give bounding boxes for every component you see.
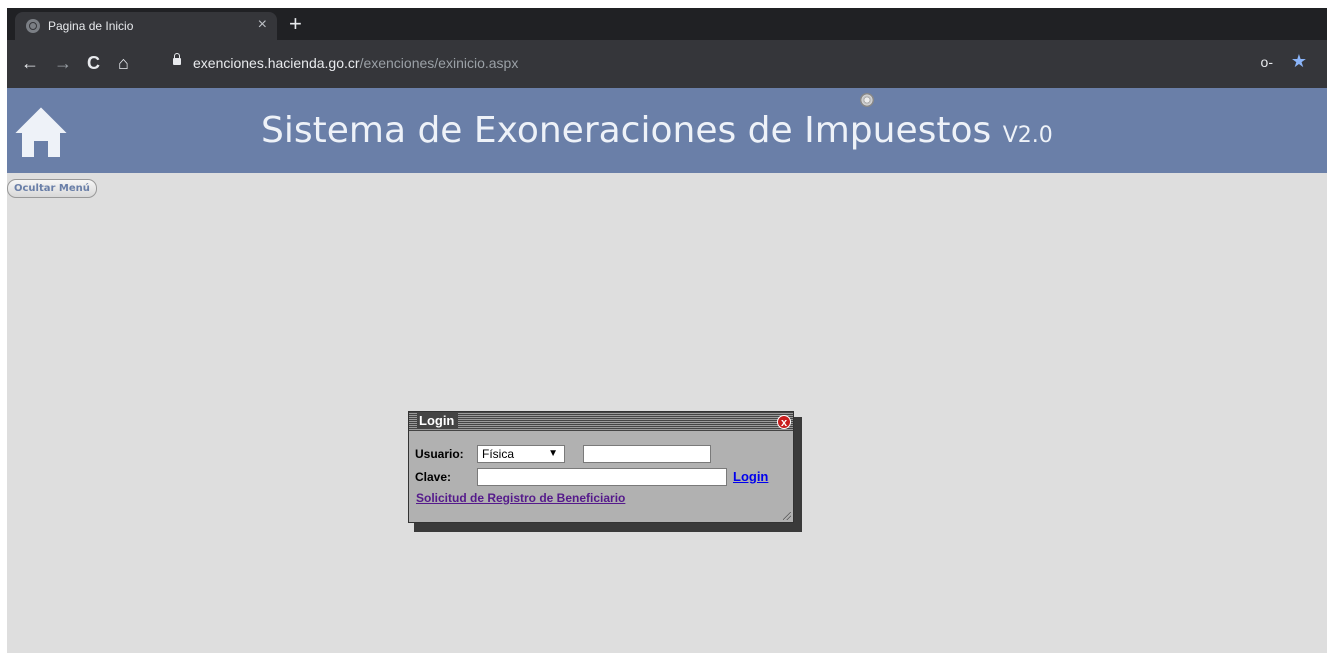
page-title: Sistema de Exoneraciones de Impuestos V2… — [261, 110, 1053, 151]
user-type-value: Física — [482, 447, 515, 461]
home-button-icon[interactable] — [9, 100, 73, 164]
globe-icon — [26, 19, 40, 33]
back-icon[interactable]: ← — [21, 52, 39, 74]
login-dialog-title: Login — [417, 413, 459, 429]
tab-close-icon[interactable]: × — [258, 16, 267, 34]
close-icon[interactable]: x — [777, 415, 791, 429]
user-id-input[interactable] — [583, 445, 711, 463]
register-beneficiary-link[interactable]: Solicitud de Registro de Beneficiario — [416, 491, 625, 505]
version-label: V2.0 — [1002, 123, 1053, 148]
login-dialog-titlebar[interactable]: Login x — [409, 412, 793, 431]
key-icon[interactable]: o- — [1261, 54, 1273, 70]
url-host: exenciones.hacienda.go.cr — [193, 55, 360, 71]
reload-icon[interactable]: C — [87, 52, 100, 74]
lock-icon — [173, 53, 181, 65]
home-icon[interactable]: ⌂ — [118, 52, 129, 74]
login-dialog: Login x Usuario: Física ▼ Clave: Login S… — [408, 411, 794, 523]
new-tab-button[interactable]: + — [289, 11, 302, 37]
password-input[interactable] — [477, 468, 727, 486]
browser-toolbar: ← → C ⌂ exenciones.hacienda.go.cr/exenci… — [7, 40, 1327, 88]
url-text: exenciones.hacienda.go.cr/exenciones/exi… — [193, 55, 518, 71]
user-label: Usuario: — [415, 447, 464, 461]
browser-tab[interactable]: Pagina de Inicio × — [15, 12, 277, 40]
address-bar[interactable]: exenciones.hacienda.go.cr/exenciones/exi… — [157, 48, 1317, 80]
url-path: /exenciones/exinicio.aspx — [359, 55, 519, 71]
chevron-down-icon: ▼ — [548, 448, 558, 459]
page-title-text: Sistema de Exoneraciones de Impuestos — [261, 110, 992, 151]
login-button[interactable]: Login — [733, 469, 768, 484]
forward-icon[interactable]: → — [54, 52, 72, 74]
password-label: Clave: — [415, 470, 452, 484]
hide-menu-button[interactable]: Ocultar Menú — [7, 179, 97, 198]
user-type-select[interactable]: Física ▼ — [477, 445, 565, 463]
resize-grip-icon[interactable] — [783, 512, 791, 520]
header-banner: Sistema de Exoneraciones de Impuestos V2… — [7, 88, 1327, 173]
page: Sistema de Exoneraciones de Impuestos V2… — [7, 88, 1327, 653]
bookmark-star-icon[interactable]: ★ — [1291, 51, 1307, 72]
loading-icon — [860, 93, 874, 107]
browser-tabstrip: Pagina de Inicio × + — [7, 8, 1327, 40]
tab-title: Pagina de Inicio — [48, 19, 134, 33]
